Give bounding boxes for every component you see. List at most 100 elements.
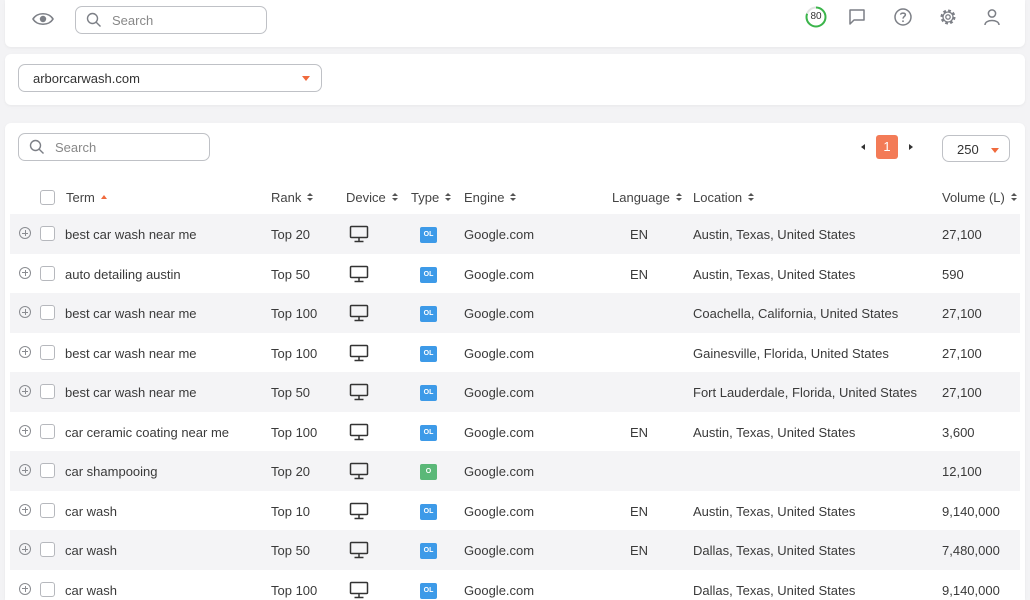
desktop-icon [349,541,369,559]
desktop-icon [349,462,369,480]
row-checkbox[interactable] [40,581,55,597]
type-badge: O [420,464,437,480]
language-cell: EN [630,543,649,558]
expand-row-icon[interactable] [19,345,31,358]
term-cell: car wash [65,543,118,558]
engine-cell: Google.com [464,543,535,558]
domain-select[interactable]: arborcarwash.com [18,64,322,92]
expand-row-icon[interactable] [19,227,31,239]
table-row[interactable]: car shampooing Top 20 O Google.com 12,10… [10,451,1020,491]
column-device[interactable]: Device [346,190,398,205]
column-language[interactable]: Language [612,190,682,205]
location-cell: Austin, Texas, United States [693,503,856,519]
table-row[interactable]: best car wash near me Top 50 OL Google.c… [10,372,1020,412]
rank-cell: Top 20 [271,227,311,242]
type-badge: OL [420,385,437,401]
table-row[interactable]: car wash Top 10 OL Google.com EN Austin,… [10,491,1020,531]
row-checkbox[interactable] [40,463,55,478]
expand-row-icon[interactable] [19,266,31,279]
table-row[interactable]: auto detailing austin Top 50 OL Google.c… [10,254,1020,294]
column-device-label: Device [346,190,386,205]
rank-cell: Top 100 [271,306,318,321]
table-row[interactable]: best car wash near me Top 100 OL Google.… [10,293,1020,333]
location-cell: Fort Lauderdale, Florida, United States [693,385,918,400]
expand-row-icon[interactable] [19,424,31,437]
row-checkbox[interactable] [40,423,55,439]
next-page-icon[interactable] [909,144,913,150]
volume-cell: 12,100 [942,464,982,479]
table-search[interactable] [18,133,210,161]
location-cell: Gainesville, Florida, United States [693,345,889,361]
top-bar: 80 [5,0,1025,47]
expand-row-icon[interactable] [19,464,31,476]
row-checkbox[interactable] [40,344,55,360]
help-icon[interactable] [893,7,913,27]
eye-icon[interactable] [32,11,54,27]
sort-icon [748,193,755,202]
column-volume[interactable]: Volume (L) [942,190,1017,205]
sort-asc-icon [100,194,107,199]
language-cell: EN [630,424,649,440]
engine-cell: Google.com [464,266,535,282]
global-search[interactable] [75,6,267,34]
row-checkbox[interactable] [40,502,55,518]
expand-row-icon[interactable] [19,385,31,397]
chat-icon[interactable] [847,7,867,27]
engine-cell: Google.com [464,464,535,479]
type-badge: OL [420,503,437,520]
column-location[interactable]: Location [693,190,755,205]
table-row[interactable]: best car wash near me Top 20 OL Google.c… [10,214,1020,254]
type-badge: OL [420,424,437,441]
location-cell: Dallas, Texas, United States [693,543,856,558]
select-all-checkbox[interactable] [40,190,55,205]
table-row[interactable]: best car wash near me Top 100 OL Google.… [10,333,1020,373]
location-cell: Austin, Texas, United States [693,424,856,440]
language-cell: EN [630,503,649,519]
per-page-select[interactable]: 250 [942,135,1010,162]
engine-cell: Google.com [464,385,535,400]
volume-cell: 9,140,000 [942,582,1000,598]
domain-panel: arborcarwash.com [5,54,1025,105]
keywords-table-panel: 1 250 Term Rank Device Type Engine Langu… [5,123,1025,600]
rank-cell: Top 50 [271,385,311,400]
expand-row-icon[interactable] [19,582,31,595]
type-badge: OL [420,306,437,322]
row-checkbox[interactable] [40,226,55,241]
engine-cell: Google.com [464,503,535,519]
table-row[interactable]: car wash Top 50 OL Google.com EN Dallas,… [10,530,1020,570]
desktop-icon [349,225,369,243]
volume-cell: 27,100 [942,306,982,321]
desktop-icon [349,502,369,519]
column-engine[interactable]: Engine [464,190,517,205]
column-term[interactable]: Term [66,190,107,205]
table-header: Term Rank Device Type Engine Language Lo… [5,180,1025,214]
expand-row-icon[interactable] [19,543,31,555]
volume-cell: 27,100 [942,227,982,242]
engine-cell: Google.com [464,227,535,242]
expand-row-icon[interactable] [19,306,31,318]
column-rank-label: Rank [271,190,302,205]
row-checkbox[interactable] [40,265,55,281]
table-search-input[interactable] [55,138,195,156]
column-type[interactable]: Type [411,190,452,205]
table-row[interactable]: car wash Top 100 OL Google.com Dallas, T… [10,570,1020,600]
engine-cell: Google.com [464,345,535,361]
expand-row-icon[interactable] [19,503,31,516]
location-cell: Austin, Texas, United States [693,227,856,242]
table-body: best car wash near me Top 20 OL Google.c… [10,214,1020,600]
prev-page-icon[interactable] [861,144,865,150]
column-location-label: Location [693,190,743,205]
column-rank[interactable]: Rank [271,190,314,205]
row-checkbox[interactable] [40,384,55,399]
sort-icon [391,193,398,202]
gear-icon[interactable] [938,7,958,27]
row-checkbox[interactable] [40,305,55,320]
column-volume-label: Volume (L) [942,190,1005,205]
table-row[interactable]: car ceramic coating near me Top 100 OL G… [10,412,1020,452]
current-page[interactable]: 1 [876,135,898,159]
global-search-input[interactable] [112,11,252,29]
desktop-icon [349,423,369,440]
sort-icon [675,193,682,202]
user-icon[interactable] [982,7,1002,27]
row-checkbox[interactable] [40,542,55,557]
